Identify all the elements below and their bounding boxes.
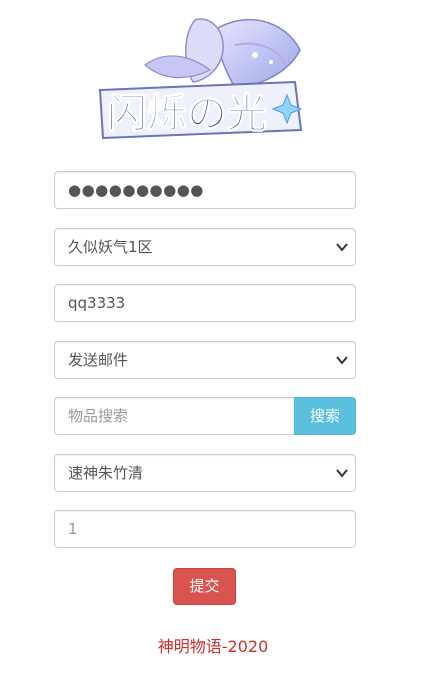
password-field[interactable]: ●●●●●●●●●● [54, 171, 356, 209]
item-search-group: 物品搜索 搜索 [54, 397, 356, 435]
account-input-value: qq3333 [68, 294, 126, 312]
account-input[interactable]: qq3333 [54, 284, 356, 322]
item-select-value: 速神朱竹清 [68, 464, 144, 482]
item-search-input[interactable]: 物品搜索 [54, 397, 294, 435]
server-select[interactable]: 久似妖气1区 [54, 228, 356, 266]
server-select-value: 久似妖气1区 [68, 238, 153, 256]
logo-art: 闪烁の光 [98, 18, 303, 140]
action-select[interactable]: 发送邮件 [54, 341, 356, 379]
chevron-down-icon [336, 243, 348, 252]
action-select-value: 发送邮件 [68, 351, 129, 369]
quantity-input[interactable]: 1 [54, 510, 356, 548]
chevron-down-icon [336, 356, 348, 365]
item-select[interactable]: 速神朱竹清 [54, 454, 356, 492]
password-value: ●●●●●●●●●● [68, 181, 204, 199]
footer-text: 神明物语-2020 [157, 637, 269, 656]
search-button[interactable]: 搜索 [294, 397, 356, 435]
svg-text:闪烁の光: 闪烁の光 [107, 91, 267, 137]
item-search-placeholder: 物品搜索 [68, 407, 129, 425]
chevron-down-icon [336, 469, 348, 478]
game-logo: 闪烁の光 [95, 10, 311, 145]
quantity-placeholder: 1 [68, 520, 78, 538]
submit-button[interactable]: 提交 [173, 568, 236, 605]
